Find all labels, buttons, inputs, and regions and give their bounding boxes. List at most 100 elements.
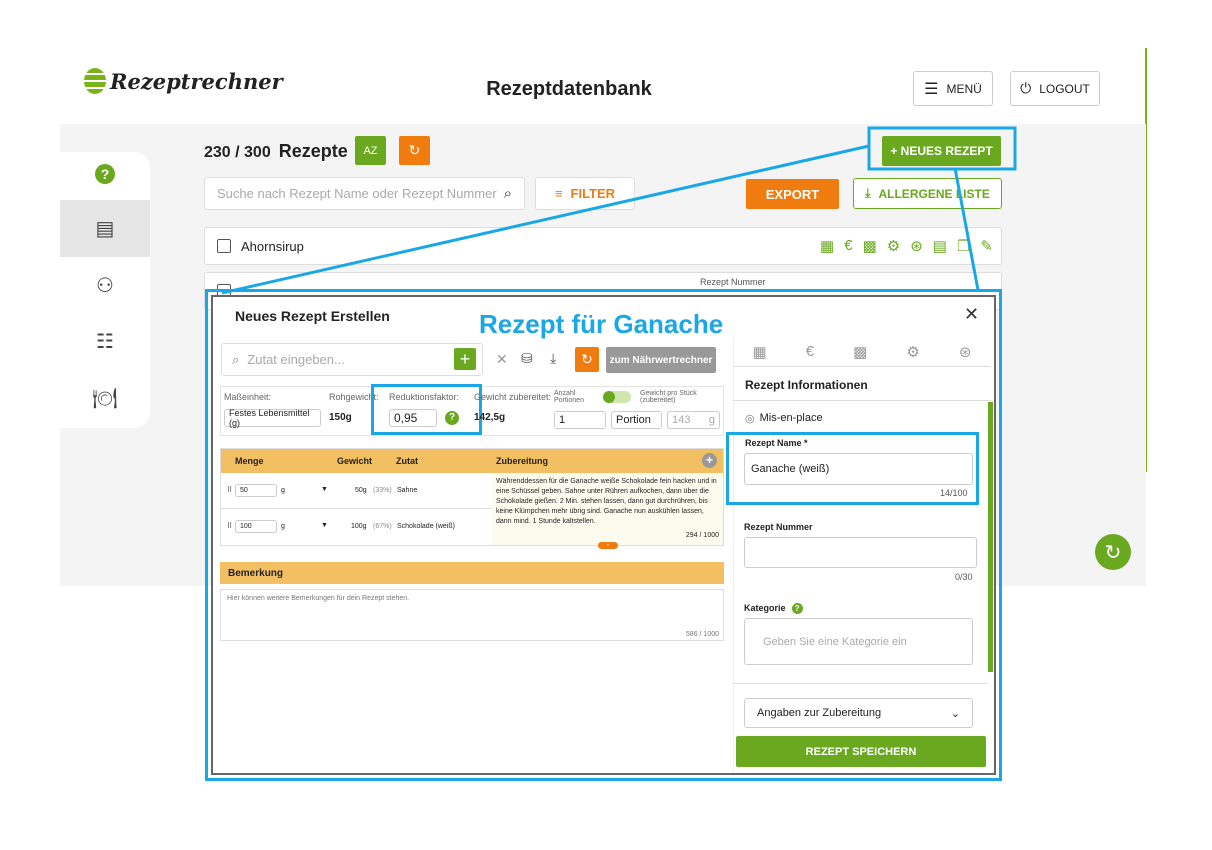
dropdown-icon[interactable]: ▼ (321, 486, 328, 493)
preparation-count: 294 / 1000 (685, 532, 719, 539)
ingredient-row[interactable]: ⠿ 50 g ▼ 50g (33%) Sahne (221, 473, 492, 509)
drag-handle-icon[interactable]: ⠿ (227, 486, 232, 494)
search-icon: ⌕ (232, 351, 240, 367)
annotation-line (953, 167, 980, 291)
preparation-text[interactable]: Währenddessen für die Ganache weiße Scho… (492, 473, 723, 545)
unit-value: Festes Lebensmittel (g) (229, 408, 310, 428)
prepared-weight-value: 142,5g (474, 412, 506, 423)
modal-title: Neues Rezept Erstellen (235, 308, 390, 324)
portions-input[interactable]: 1 (554, 411, 606, 429)
help-icon[interactable]: ? (445, 411, 459, 425)
annotation-title: Rezept für Ganache (479, 309, 724, 339)
panel-title: Rezept Informationen (745, 378, 868, 392)
help-icon[interactable]: ? (791, 603, 803, 614)
nutrition-button-label: zum Nährwertrechner (609, 354, 713, 366)
preparation-dropdown[interactable]: Angaben zur Zubereitung ⌄ (744, 698, 973, 728)
amount-input[interactable]: 100 (235, 520, 277, 533)
ingredients-table: Menge Gewicht Zutat Zubereitung + Währenddes… (220, 448, 724, 546)
weight: 100g (351, 523, 367, 530)
recipe-number-label: Rezept Nummer (744, 522, 813, 532)
reduction-label: Reduktionsfaktor: (389, 392, 460, 402)
add-step-icon[interactable]: + (702, 453, 717, 468)
drag-handle-icon[interactable]: ⠿ (227, 522, 232, 530)
mise-en-place-toggle[interactable]: ◎ Mis-en-place (745, 412, 823, 425)
column-header: Gewicht (337, 456, 373, 466)
recipe-name-input[interactable]: Ganache (weiß) (744, 453, 973, 485)
unit-select[interactable]: Festes Lebensmittel (g) (224, 408, 321, 428)
reduction-value: 0,95 (394, 411, 418, 425)
category-placeholder: Geben Sie eine Kategorie ein (763, 635, 907, 648)
category-label-text: Kategorie (744, 603, 786, 613)
piece-weight-toggle[interactable] (603, 391, 631, 403)
unit: g (281, 487, 285, 494)
remarks-label: Bemerkung (228, 568, 284, 579)
divider (733, 400, 991, 401)
save-recipe-button[interactable]: REZEPT SPEICHERN (736, 736, 986, 767)
tab-calculator-icon[interactable]: ▦ (753, 343, 767, 361)
recipe-number-input[interactable] (744, 537, 977, 568)
preparation-dropdown-label: Angaben zur Zubereitung (757, 707, 882, 719)
percent: (67%) (373, 523, 392, 530)
category-label: Kategorie? (744, 603, 803, 614)
column-header: Zubereitung (496, 456, 548, 466)
ingredient-input[interactable]: ⌕ Zutat eingeben... (221, 343, 483, 376)
dropdown-icon[interactable]: ▼ (321, 522, 328, 529)
ingredient-name: Sahne (397, 487, 418, 494)
collapse-button[interactable]: - (598, 542, 618, 549)
piece-weight-input[interactable]: 143 g (667, 411, 720, 429)
column-header: Menge (235, 456, 264, 466)
amount-input[interactable]: 50 (235, 484, 277, 497)
piece-weight-label: Gewicht pro Stück (zubereitet) (640, 390, 697, 404)
remarks-header: Bemerkung (220, 562, 724, 584)
ingredient-placeholder: Zutat eingeben... (247, 352, 345, 367)
refresh-button[interactable]: ↻ (575, 347, 599, 372)
remarks-placeholder: Hier können weitere Bemerkungen für dein… (227, 595, 410, 602)
save-label: REZEPT SPEICHERN (805, 745, 917, 758)
close-icon[interactable]: ✕ (964, 304, 979, 325)
amount-value: 100 (240, 523, 252, 530)
recipe-name-label: Rezept Name * (745, 438, 808, 448)
database-search-icon[interactable]: ⛁ (521, 350, 533, 367)
divider (733, 683, 988, 684)
unit: g (281, 523, 285, 530)
eye-off-icon: ◎ (745, 413, 755, 425)
piece-weight-value: 143 (672, 414, 691, 426)
add-ingredient-button[interactable]: + (454, 348, 476, 370)
nutrition-calculator-button[interactable]: zum Nährwertrechner (606, 347, 716, 373)
tab-qr-icon[interactable]: ▩ (853, 343, 867, 361)
amount-value: 50 (240, 487, 248, 494)
percent: (33%) (373, 487, 392, 494)
ingredient-name: Schokolade (weiß) (397, 523, 455, 530)
preparation-value: Währenddessen für die Ganache weiße Scho… (496, 478, 717, 525)
import-icon[interactable]: ⤓ (550, 350, 556, 367)
column-header: Zutat (396, 456, 418, 466)
remarks-count: 586 / 1000 (685, 631, 719, 638)
unit-label: Maßeinheit: (224, 392, 272, 402)
portion-unit-input[interactable]: Portion (611, 411, 662, 429)
portion-unit-value: Portion (616, 414, 651, 426)
panel-tabs: ▦ € ▩ ⚙ ⊛ (733, 337, 991, 367)
piece-weight-unit: g (708, 414, 715, 426)
reduction-input[interactable]: 0,95 (389, 409, 437, 427)
raw-weight-value: 150g (329, 412, 352, 423)
weight: 50g (355, 487, 367, 494)
tab-allergen-icon[interactable]: ⚙ (906, 343, 919, 361)
portions-label: Anzahl Portionen (554, 390, 584, 404)
refresh-icon: ↻ (581, 351, 593, 367)
annotation-line (221, 144, 870, 295)
ingredient-row[interactable]: ⠿ 100 g ▼ 100g (67%) Schokolade (weiß) (221, 509, 492, 545)
recipe-number-count: 0/30 (955, 572, 973, 582)
scrollbar[interactable] (988, 402, 993, 672)
remarks-textarea[interactable]: Hier können weitere Bemerkungen für dein… (220, 589, 724, 641)
category-input[interactable]: Geben Sie eine Kategorie ein (744, 618, 973, 665)
collapse-label: - (606, 542, 610, 549)
recipe-name-count: 14/100 (940, 488, 968, 498)
prepared-weight-label: Gewicht zubereitet: (474, 392, 552, 402)
tab-euro-icon[interactable]: € (806, 343, 814, 360)
clear-icon[interactable]: ✕ (496, 351, 508, 368)
tab-additive-icon[interactable]: ⊛ (959, 343, 972, 361)
chevron-down-icon: ⌄ (950, 707, 960, 720)
mise-label: Mis-en-place (759, 412, 823, 424)
portions-value: 1 (559, 414, 566, 426)
recipe-name-value: Ganache (weiß) (751, 463, 830, 475)
